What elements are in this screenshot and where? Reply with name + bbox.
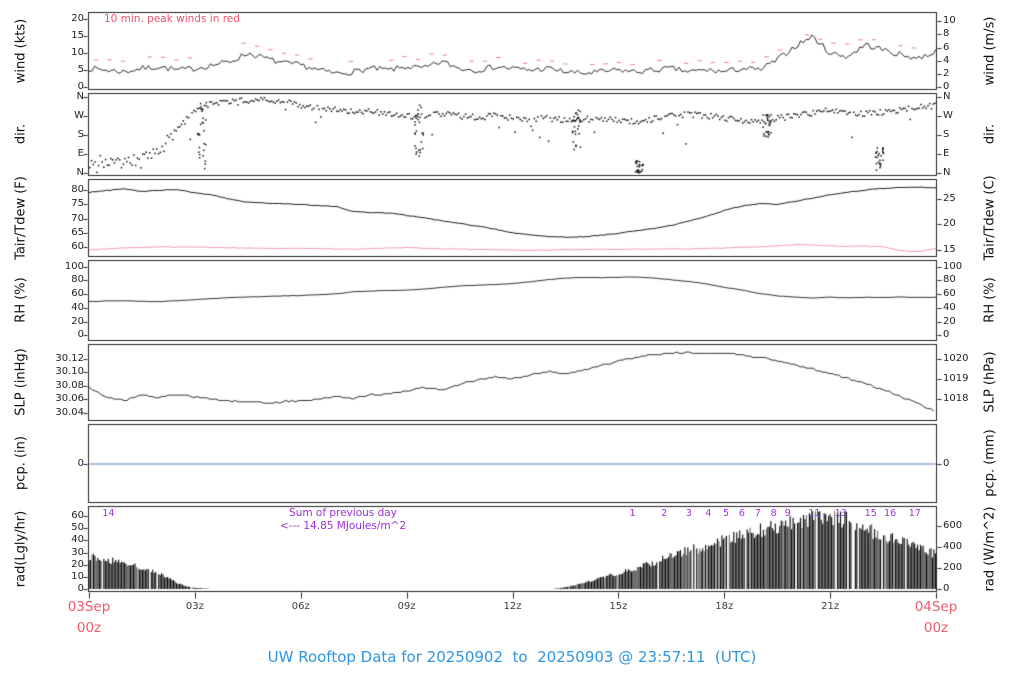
- temp-ytick-left: 75: [38, 198, 84, 210]
- axis-title-rad-left: rad(Lgly/hr): [14, 511, 29, 587]
- rad-ytick-left: 20: [38, 559, 84, 571]
- x-tick-label: 15z: [598, 601, 638, 613]
- rh-ytick-right: 60: [943, 288, 989, 300]
- rad-hour-mark: 9: [778, 508, 798, 520]
- rad-ytick-left: 60: [38, 510, 84, 522]
- rh-ytick-right: 40: [943, 302, 989, 314]
- rad-hour-mark: 16: [880, 508, 900, 520]
- dir-ytick-right: S: [943, 129, 989, 141]
- rh-ytick-left: 100: [38, 261, 84, 273]
- wind-ytick-right: 2: [943, 68, 989, 80]
- rad-sum-note-line1: Sum of previous day: [238, 507, 448, 519]
- x-tick-label: 18z: [704, 601, 744, 613]
- wind-ytick-right: 10: [943, 15, 989, 27]
- rad-hour-mark: 11: [804, 508, 824, 520]
- dir-ytick-left: E: [38, 148, 84, 160]
- rad-ytick-right: 600: [943, 520, 989, 532]
- slp-ytick-left: 30.10: [38, 366, 84, 378]
- rad-ytick-left: 40: [38, 534, 84, 546]
- x-end-time: 00z: [894, 620, 978, 636]
- slp-ytick-left: 30.12: [38, 353, 84, 365]
- rad-ytick-right: 200: [943, 562, 989, 574]
- rad-ytick-left: 30: [38, 547, 84, 559]
- panel-direction: [88, 93, 937, 176]
- temp-ytick-right: 25: [943, 193, 989, 205]
- rad-hour-mark: 14: [98, 508, 118, 520]
- axis-title-wind-left: wind (kts): [14, 19, 29, 83]
- x-end-date: 04Sep: [894, 599, 978, 615]
- axis-title-dir-left: dir.: [14, 124, 29, 144]
- x-start-time: 00z: [47, 620, 131, 636]
- wind-ytick-right: 4: [943, 55, 989, 67]
- slp-ytick-left: 30.04: [38, 407, 84, 419]
- rad-hour-mark: 3: [679, 508, 699, 520]
- axis-title-rh-left: RH (%): [14, 277, 29, 322]
- temp-ytick-right: 15: [943, 244, 989, 256]
- meteogram-page: wind (kts) dir. Tair/Tdew (F) RH (%) SLP…: [0, 0, 1024, 700]
- rh-ytick-left: 40: [38, 302, 84, 314]
- slp-ytick-right: 1020: [943, 353, 989, 365]
- dir-ytick-right: W: [943, 110, 989, 122]
- rh-ytick-left: 20: [38, 316, 84, 328]
- slp-ytick-right: 1018: [943, 393, 989, 405]
- rh-ytick-right: 100: [943, 261, 989, 273]
- wind-ytick-left: 10: [38, 47, 84, 59]
- rad-ytick-left: 50: [38, 522, 84, 534]
- dir-ytick-right: E: [943, 148, 989, 160]
- wind-ytick-left: 20: [38, 13, 84, 25]
- page-title: UW Rooftop Data for 20250902 to 20250903…: [0, 648, 1024, 666]
- dir-ytick-right: N: [943, 91, 989, 103]
- rad-ytick-left: 10: [38, 571, 84, 583]
- rh-ytick-left: 80: [38, 274, 84, 286]
- rad-hour-mark: 1: [622, 508, 642, 520]
- temp-ytick-left: 60: [38, 241, 84, 253]
- slp-ytick-right: 1019: [943, 373, 989, 385]
- dir-ytick-left: S: [38, 129, 84, 141]
- panel-temperature: [88, 179, 937, 257]
- wind-ytick-left: 5: [38, 64, 84, 76]
- slp-ytick-left: 30.06: [38, 393, 84, 405]
- pcp-ytick-right: 0: [943, 458, 989, 470]
- x-tick-label: 21z: [810, 601, 850, 613]
- dir-ytick-left: W: [38, 110, 84, 122]
- temp-ytick-left: 80: [38, 184, 84, 196]
- wind-ytick-left: 15: [38, 30, 84, 42]
- panel-humidity: [88, 260, 937, 341]
- temp-ytick-left: 65: [38, 227, 84, 239]
- rad-hour-mark: 2: [654, 508, 674, 520]
- pcp-ytick-left: 0: [38, 458, 84, 470]
- slp-ytick-left: 30.08: [38, 380, 84, 392]
- temp-ytick-right: 20: [943, 218, 989, 230]
- rad-hour-mark: 15: [861, 508, 881, 520]
- dir-ytick-left: N: [38, 167, 84, 179]
- rh-ytick-right: 80: [943, 274, 989, 286]
- x-start-date: 03Sep: [47, 599, 131, 615]
- rad-ytick-right: 400: [943, 541, 989, 553]
- x-tick-label: 03z: [175, 601, 215, 613]
- rh-ytick-left: 60: [38, 288, 84, 300]
- axis-title-pcp-left: pcp. (in): [14, 436, 29, 490]
- rad-ytick-left: 0: [38, 583, 84, 595]
- rh-ytick-right: 0: [943, 329, 989, 341]
- axis-title-temp-left: Tair/Tdew (F): [14, 176, 29, 260]
- wind-ytick-right: 6: [943, 42, 989, 54]
- rad-hour-mark: 17: [905, 508, 925, 520]
- rad-sum-note-line2: <--- 14.85 MJoules/m^2: [238, 520, 448, 532]
- panel-precip: [88, 424, 937, 503]
- temp-ytick-left: 70: [38, 213, 84, 225]
- wind-ytick-right: 8: [943, 28, 989, 40]
- panel-pressure: [88, 344, 937, 421]
- axis-title-slp-left: SLP (inHg): [14, 348, 29, 416]
- x-tick-label: 06z: [281, 601, 321, 613]
- x-tick-label: 12z: [493, 601, 533, 613]
- rad-ytick-right: 0: [943, 583, 989, 595]
- dir-ytick-left: N: [38, 91, 84, 103]
- rad-hour-mark: 13: [831, 508, 851, 520]
- rh-ytick-left: 0: [38, 329, 84, 341]
- x-tick-label: 09z: [387, 601, 427, 613]
- dir-ytick-right: N: [943, 167, 989, 179]
- peak-wind-note: 10 min. peak winds in red: [104, 13, 240, 25]
- rh-ytick-right: 20: [943, 316, 989, 328]
